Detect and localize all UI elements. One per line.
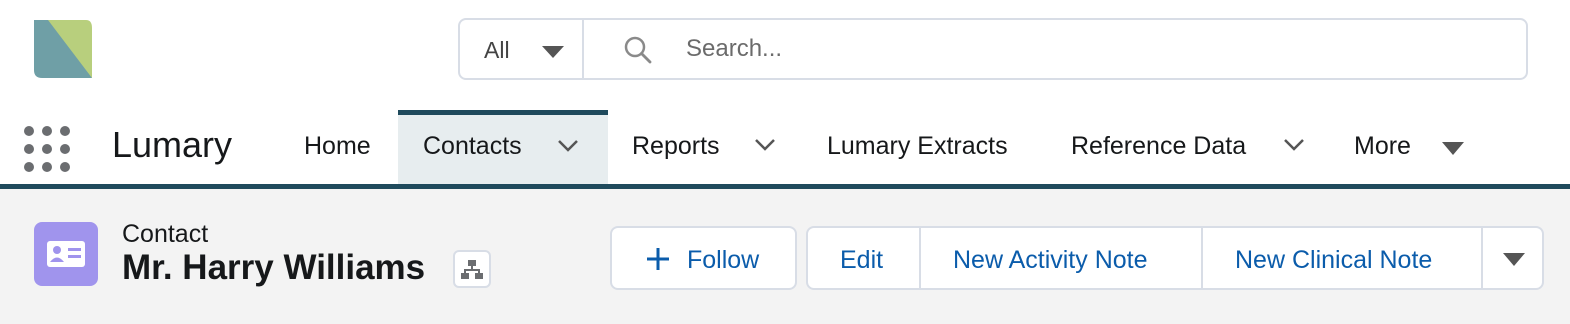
- nav-item-lumary-extracts[interactable]: Lumary Extracts: [810, 110, 1040, 184]
- nav-item-label: More: [1354, 132, 1411, 160]
- nav-item-more[interactable]: More: [1340, 110, 1480, 184]
- record-object-type: Contact: [122, 220, 209, 248]
- hierarchy-button[interactable]: [453, 250, 491, 288]
- follow-button-label: Follow: [687, 246, 760, 274]
- new-clinical-note-label: New Clinical Note: [1235, 246, 1433, 274]
- caret-down-icon: [1442, 142, 1464, 155]
- search-scope-dropdown[interactable]: All: [460, 20, 584, 78]
- edit-button[interactable]: Edit: [806, 226, 921, 290]
- plus-icon: [647, 248, 669, 270]
- search-input[interactable]: [686, 30, 1486, 68]
- nav-item-label: Reports: [632, 132, 720, 160]
- new-activity-note-label: New Activity Note: [953, 246, 1148, 274]
- nav-item-label: Contacts: [423, 132, 522, 160]
- nav-item-contacts[interactable]: Contacts: [398, 110, 608, 184]
- record-title: Mr. Harry Williams: [122, 248, 426, 287]
- caret-down-icon: [1503, 253, 1525, 266]
- chevron-down-icon[interactable]: [754, 138, 776, 152]
- nav-item-reports[interactable]: Reports: [616, 110, 796, 184]
- lumary-logo-icon[interactable]: [30, 20, 94, 80]
- app-name: Lumary: [112, 124, 233, 165]
- nav-item-label: Reference Data: [1071, 132, 1247, 160]
- edit-button-label: Edit: [840, 246, 884, 274]
- more-actions-button[interactable]: [1481, 226, 1544, 290]
- app-launcher-grid-icon[interactable]: [24, 126, 70, 172]
- search-icon: [624, 36, 652, 64]
- search-scope-label: All: [484, 37, 510, 63]
- new-clinical-note-button[interactable]: New Clinical Note: [1201, 226, 1483, 290]
- nav-item-label: Home: [304, 132, 371, 160]
- global-search: All: [458, 18, 1528, 80]
- nav-item-home[interactable]: Home: [288, 110, 390, 184]
- new-activity-note-button[interactable]: New Activity Note: [919, 226, 1203, 290]
- nav-item-reference-data[interactable]: Reference Data: [1055, 110, 1325, 184]
- hierarchy-icon: [461, 260, 483, 279]
- chevron-down-icon[interactable]: [1283, 138, 1305, 152]
- caret-down-icon: [542, 46, 564, 58]
- chevron-down-icon[interactable]: [557, 139, 579, 153]
- nav-item-label: Lumary Extracts: [827, 132, 1008, 160]
- follow-button[interactable]: Follow: [610, 226, 797, 290]
- contact-card-icon: [34, 222, 98, 286]
